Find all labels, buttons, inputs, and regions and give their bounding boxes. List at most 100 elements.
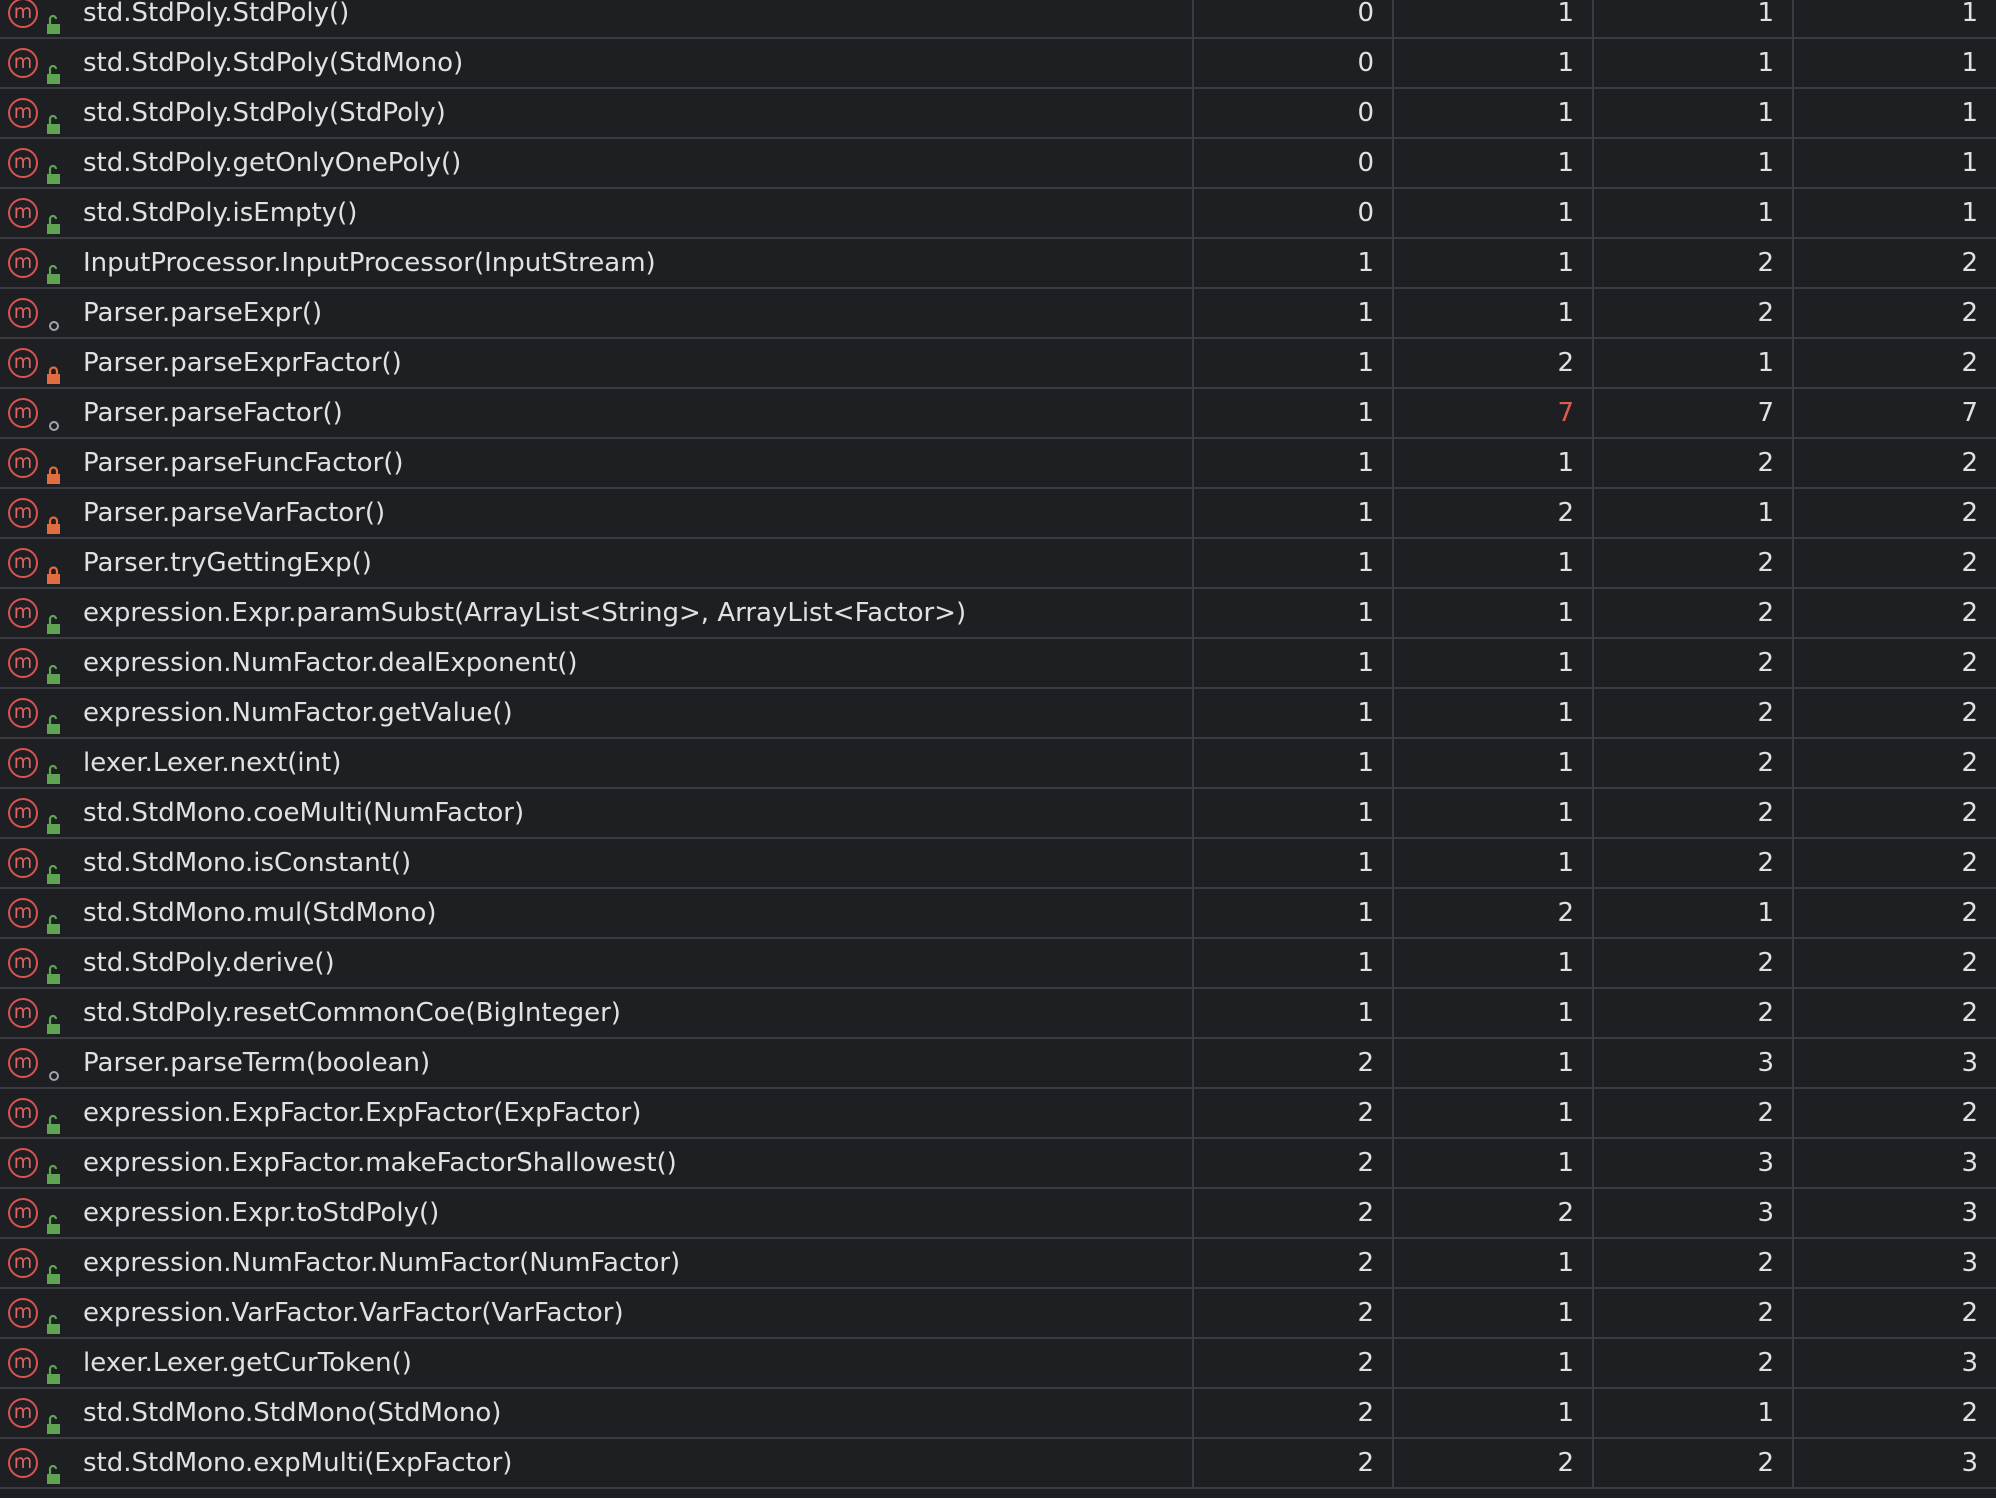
table-row[interactable]: m std.StdMono.isConstant() 1 1 2 2 [0,839,1996,889]
table-row[interactable]: m lexer.Lexer.next(int) 1 1 2 2 [0,739,1996,789]
metric-cogc-cell: 0 [1194,139,1394,187]
method-name-cell: m std.StdPoly.isEmpty() [0,189,1194,237]
table-row[interactable]: m InputProcessor.InputProcessor(InputStre… [0,239,1996,289]
metric-evg-cell: 2 [1394,489,1594,537]
table-row[interactable]: m expression.ExpFactor.makeFactorShallowe… [0,1139,1996,1189]
public-unlock-icon [44,703,64,734]
method-name-cell: m Parser.parseFactor() [0,389,1194,437]
table-row[interactable]: m std.StdMono.expMulti(ExpFactor) 2 2 2 3 [0,1439,1996,1489]
metric-ivg-cell: 2 [1594,789,1794,837]
metric-vg-cell: 1 [1961,198,1978,228]
table-row[interactable]: m Parser.parseFactor() 1 7 7 7 [0,389,1996,439]
public-unlock-icon [44,1103,64,1134]
metric-ivg-cell: 2 [1594,1289,1794,1337]
table-row[interactable]: m expression.NumFactor.NumFactor(NumFacto… [0,1239,1996,1289]
method-icon: m [8,448,38,478]
method-name-cell: m lexer.Lexer.getCurToken() [0,1339,1194,1387]
metric-vg-cell: 1 [1961,98,1978,128]
method-name-cell: m expression.Expr.paramSubst(ArrayList<St… [0,589,1194,637]
metric-vg-cell: 2 [1961,1298,1978,1328]
table-row[interactable]: m lexer.Lexer.getCurToken() 2 1 2 3 [0,1339,1996,1389]
metric-cogc-cell: 1 [1194,289,1394,337]
method-name-cell: m expression.ExpFactor.ExpFactor(ExpFacto… [0,1089,1194,1137]
public-unlock-icon [44,653,64,684]
table-row[interactable]: m Parser.tryGettingExp() 1 1 2 2 [0,539,1996,589]
table-row[interactable]: m Parser.parseExpr() 1 1 2 2 [0,289,1996,339]
metric-ivg-cell: 1 [1594,489,1794,537]
table-row[interactable]: m std.StdMono.mul(StdMono) 1 2 1 2 [0,889,1996,939]
table-row[interactable]: m expression.VarFactor.VarFactor(VarFacto… [0,1289,1996,1339]
table-row[interactable]: m Parser.parseExprFactor() 1 2 1 2 [0,339,1996,389]
table-row[interactable]: m std.StdPoly.StdPoly(StdMono) 0 1 1 1 [0,39,1996,89]
table-row[interactable]: m std.StdPoly.isEmpty() 0 1 1 1 [0,189,1996,239]
metric-cogc-cell: 1 [1194,389,1394,437]
method-name: expression.Expr.toStdPoly() [83,1198,440,1228]
method-name: expression.Expr.paramSubst(ArrayList<Str… [83,598,967,628]
method-name: expression.NumFactor.NumFactor(NumFactor… [83,1248,681,1278]
table-row[interactable]: m expression.ExpFactor.ExpFactor(ExpFacto… [0,1089,1996,1139]
method-icon: m [8,1298,38,1328]
method-icon: m [8,848,38,878]
method-name: std.StdPoly.StdPoly(StdMono) [83,48,464,78]
method-name-cell: m InputProcessor.InputProcessor(InputStre… [0,239,1194,287]
public-unlock-icon [44,1003,64,1034]
method-name: std.StdPoly.getOnlyOnePoly() [83,148,462,178]
method-icon: m [8,198,38,228]
metric-vg-cell: 3 [1961,1348,1978,1378]
metric-vg-cell: 2 [1961,948,1978,978]
method-icon: m [8,1048,38,1078]
metric-cogc-cell: 2 [1194,1389,1394,1437]
table-row[interactable]: m std.StdPoly.getOnlyOnePoly() 0 1 1 1 [0,139,1996,189]
metric-cogc-cell: 1 [1194,939,1394,987]
method-name-cell: m lexer.Lexer.next(int) [0,739,1194,787]
metric-evg-cell: 1 [1394,139,1594,187]
metric-ivg-cell: 1 [1594,339,1794,387]
metric-evg-cell: 1 [1394,1389,1594,1437]
table-row[interactable]: m expression.Expr.paramSubst(ArrayList<St… [0,589,1996,639]
table-row[interactable]: m std.StdMono.coeMulti(NumFactor) 1 1 2 2 [0,789,1996,839]
metric-ivg-cell: 2 [1594,839,1794,887]
method-name: expression.ExpFactor.ExpFactor(ExpFactor… [83,1098,642,1128]
table-row[interactable]: m std.StdMono.StdMono(StdMono) 2 1 1 2 [0,1389,1996,1439]
table-row[interactable]: m std.StdPoly.resetCommonCoe(BigInteger) 1… [0,989,1996,1039]
method-name-cell: m expression.NumFactor.NumFactor(NumFacto… [0,1239,1194,1287]
table-row[interactable]: m Parser.parseTerm(boolean) 2 1 3 3 [0,1039,1996,1089]
public-unlock-icon [44,3,64,34]
metric-ivg-cell: 2 [1594,439,1794,487]
table-row[interactable]: m std.StdPoly.derive() 1 1 2 2 [0,939,1996,989]
table-row[interactable]: m Parser.parseVarFactor() 1 2 1 2 [0,489,1996,539]
method-name: Parser.tryGettingExp() [83,548,372,578]
metric-vg-cell: 2 [1961,448,1978,478]
table-row[interactable]: m std.StdPoly.StdPoly() 0 1 1 1 [0,0,1996,39]
table-row[interactable]: m Parser.parseFuncFactor() 1 1 2 2 [0,439,1996,489]
metric-ivg-cell: 1 [1594,1389,1794,1437]
method-name-cell: m std.StdMono.expMulti(ExpFactor) [0,1439,1194,1487]
metric-ivg-cell: 1 [1594,39,1794,87]
metric-ivg-cell: 2 [1594,689,1794,737]
table-row[interactable]: m expression.NumFactor.dealExponent() 1 1 2 2 [0,639,1996,689]
table-row[interactable]: m expression.Expr.toStdPoly() 2 2 3 3 [0,1189,1996,1239]
metric-ivg-cell: 1 [1594,189,1794,237]
method-name: expression.ExpFactor.makeFactorShallowes… [83,1148,677,1178]
method-icon: m [8,1198,38,1228]
public-unlock-icon [44,953,64,984]
table-row[interactable]: m expression.NumFactor.getValue() 1 1 2 2 [0,689,1996,739]
metric-ivg-cell: 2 [1594,739,1794,787]
metric-ivg-cell: 2 [1594,939,1794,987]
metric-evg-cell: 2 [1394,1439,1594,1487]
metric-vg-cell: 2 [1961,498,1978,528]
public-unlock-icon [44,53,64,84]
method-icon: m [8,898,38,928]
metric-cogc-cell: 1 [1194,689,1394,737]
metric-cogc-cell: 1 [1194,739,1394,787]
metric-vg-cell: 2 [1961,998,1978,1028]
private-lock-icon [44,453,64,484]
metric-cogc-cell: 1 [1194,839,1394,887]
table-row[interactable]: m std.StdPoly.StdPoly(StdPoly) 0 1 1 1 [0,89,1996,139]
metric-vg-cell: 3 [1961,1148,1978,1178]
metric-evg-cell: 1 [1394,589,1594,637]
method-icon: m [8,648,38,678]
metric-cogc-cell: 0 [1194,89,1394,137]
metric-cogc-cell: 0 [1194,0,1394,37]
metric-cogc-cell: 1 [1194,339,1394,387]
